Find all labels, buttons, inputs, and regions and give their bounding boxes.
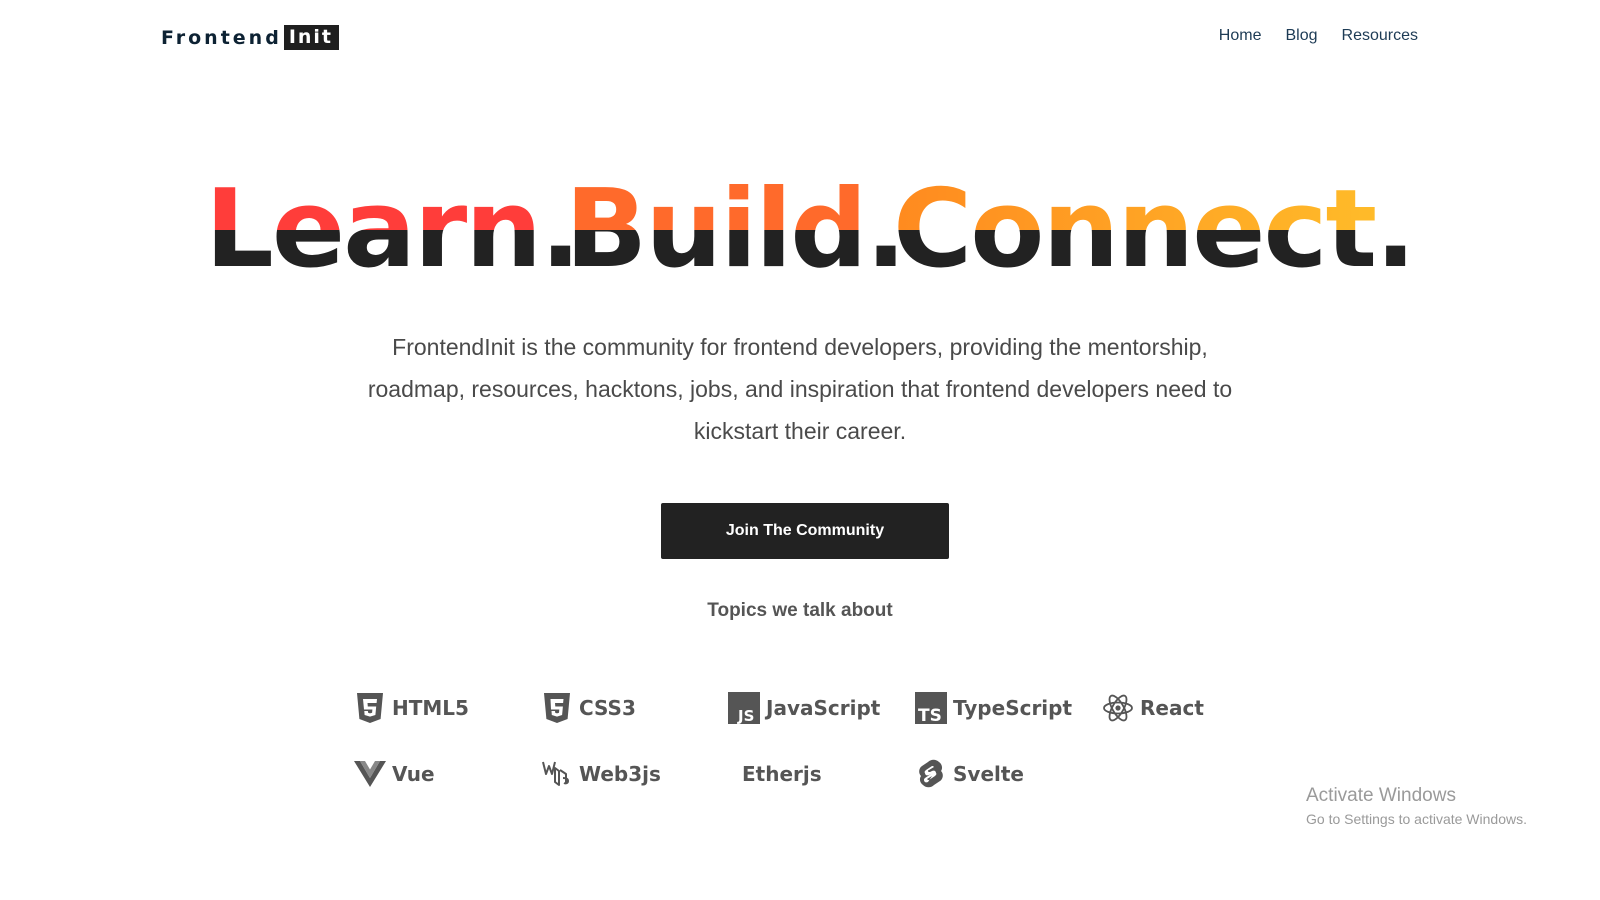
site-logo[interactable]: Frontend Init bbox=[161, 25, 340, 50]
topic-typescript: TS TypeScript bbox=[915, 690, 1102, 726]
hero-description: FrontendInit is the community for fronte… bbox=[367, 334, 1233, 444]
svg-text:TS: TS bbox=[918, 706, 942, 724]
nav-blog-link[interactable]: Blog bbox=[1285, 27, 1317, 45]
topic-svelte: Svelte bbox=[915, 756, 1102, 792]
windows-activation-watermark: Activate Windows Go to Settings to activ… bbox=[1306, 785, 1527, 827]
topic-css3: CSS3 bbox=[541, 690, 728, 726]
topics-heading: Topics we talk about bbox=[707, 600, 893, 621]
topic-web3js: Web3js bbox=[541, 756, 728, 792]
watermark-subtitle: Go to Settings to activate Windows. bbox=[1306, 811, 1527, 827]
topics-grid: HTML5 CSS3 JS JavaScript TS TypeScript R… bbox=[354, 690, 1294, 792]
topic-vue: Vue bbox=[354, 756, 541, 792]
html5-icon bbox=[354, 692, 386, 724]
vue-icon bbox=[354, 758, 386, 790]
topic-react: React bbox=[1102, 690, 1289, 726]
svelte-icon bbox=[915, 758, 947, 790]
web3js-icon bbox=[541, 758, 573, 790]
svg-text:JS: JS bbox=[737, 707, 754, 724]
join-community-button[interactable]: Join The Community bbox=[661, 503, 949, 559]
css3-icon bbox=[541, 692, 573, 724]
hero-headline: Learn. Build. Connect. Learn. Build. Con… bbox=[0, 168, 1600, 280]
react-icon bbox=[1102, 692, 1134, 724]
logo-word: Frontend bbox=[161, 26, 282, 49]
javascript-icon: JS bbox=[728, 692, 760, 724]
nav-resources-link[interactable]: Resources bbox=[1342, 27, 1418, 45]
top-nav: Home Blog Resources bbox=[1219, 27, 1418, 45]
watermark-title: Activate Windows bbox=[1306, 785, 1456, 806]
nav-home-link[interactable]: Home bbox=[1219, 27, 1262, 45]
topic-etherjs: Etherjs bbox=[742, 762, 822, 786]
logo-badge: Init bbox=[283, 25, 340, 50]
topic-javascript: JS JavaScript bbox=[728, 690, 915, 726]
typescript-icon: TS bbox=[915, 692, 947, 724]
topic-html5: HTML5 bbox=[354, 690, 541, 726]
